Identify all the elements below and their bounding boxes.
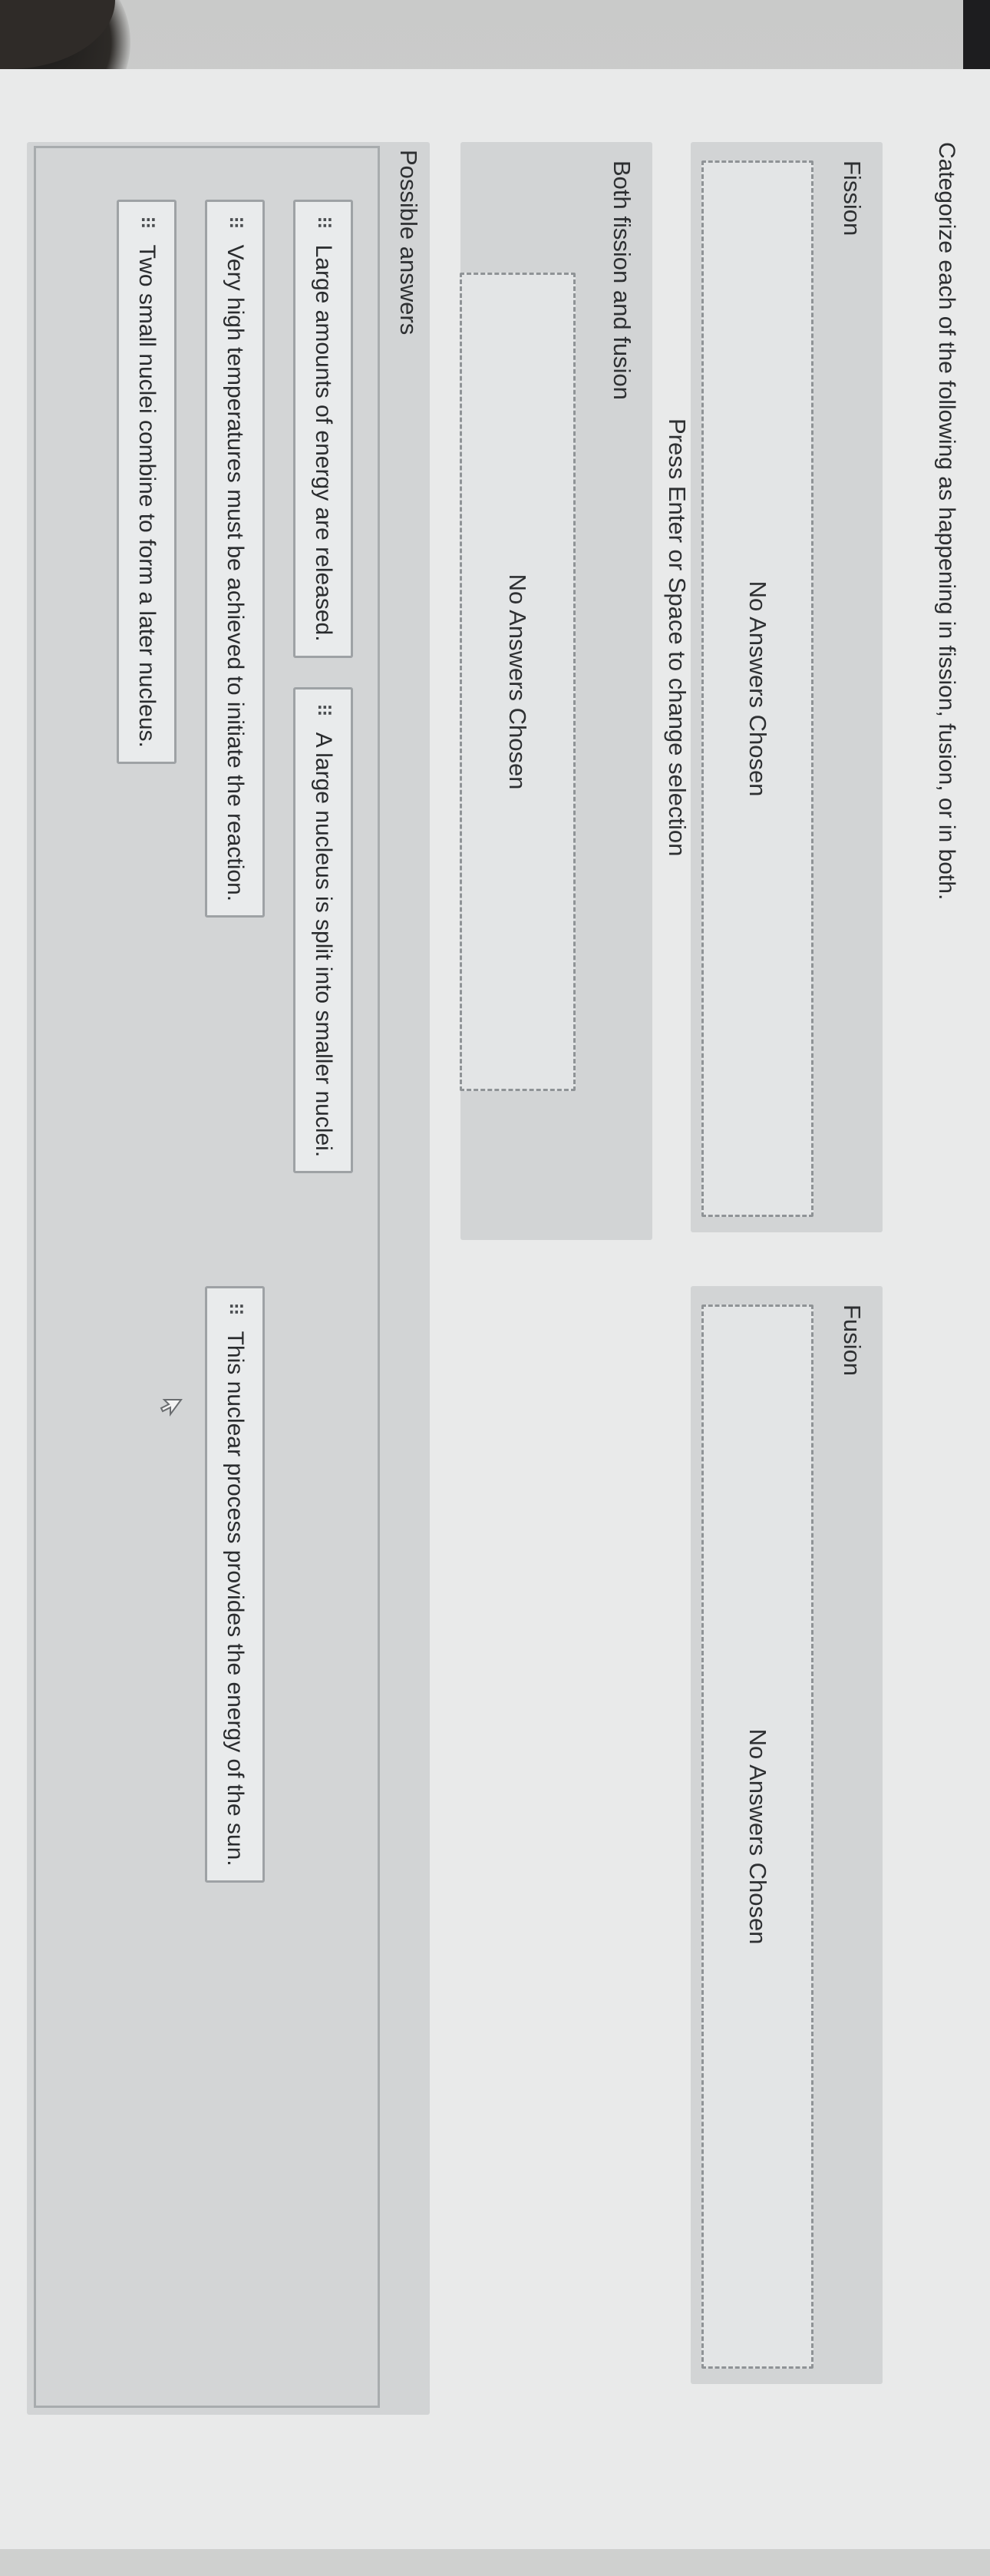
drag-handle-icon: ⠿ (312, 703, 334, 716)
drag-handle-icon: ⠿ (224, 215, 246, 229)
answer-chip[interactable]: ⠿ Two small nuclei combine to form a lat… (117, 200, 177, 764)
fusion-drop-text: No Answers Chosen (744, 1728, 771, 1945)
category-fusion-title: Fusion (839, 1305, 866, 1377)
answer-chip[interactable]: ⠿ This nuclear process provides the ener… (205, 1286, 265, 1883)
category-both-panel: Both fission and fusion No Answers Chose… (460, 142, 652, 1240)
drag-handle-icon: ⠿ (312, 215, 334, 229)
photo-frame: Categorize each of the following as happ… (0, 0, 990, 2576)
fission-drop-text: No Answers Chosen (744, 580, 771, 797)
both-drop-text: No Answers Chosen (504, 574, 532, 790)
fission-drop-zone[interactable]: No Answers Chosen (701, 160, 813, 1217)
category-fission-title: Fission (839, 160, 866, 236)
answer-chip-text: Two small nuclei combine to form a later… (134, 244, 160, 748)
answer-chip-text: A large nucleus is split into smaller nu… (311, 732, 336, 1158)
answer-chip-text: This nuclear process provides the energy… (223, 1331, 248, 1867)
answer-chip[interactable]: ⠿ A large nucleus is split into smaller … (293, 687, 353, 1174)
drag-handle-icon: ⠿ (224, 1301, 246, 1315)
fusion-drop-zone[interactable]: No Answers Chosen (701, 1305, 813, 2369)
question-prompt: Categorize each of the following as happ… (934, 142, 959, 901)
answer-chip[interactable]: ⠿ Very high temperatures must be achieve… (205, 200, 265, 918)
both-drop-zone[interactable]: No Answers Chosen (460, 273, 576, 1091)
keyboard-hint: Press Enter or Space to change selection (664, 418, 691, 857)
mouse-pointer-icon (160, 1399, 183, 1417)
possible-answers-panel: Possible answers ⠿ Large amounts of ener… (27, 142, 430, 2415)
answer-chip-text: Very high temperatures must be achieved … (223, 244, 248, 902)
category-both-title: Both fission and fusion (609, 160, 635, 400)
answer-chip[interactable]: ⠿ Large amounts of energy are released. (293, 200, 353, 658)
drag-handle-icon: ⠿ (136, 215, 157, 229)
possible-answers-title: Possible answers (395, 150, 422, 336)
categorize-question-screen: Categorize each of the following as happ… (0, 69, 990, 2549)
answer-chip-text: Large amounts of energy are released. (311, 244, 336, 642)
category-fission-panel: Fission No Answers Chosen (691, 142, 883, 1232)
category-fusion-panel: Fusion No Answers Chosen (691, 1286, 883, 2384)
